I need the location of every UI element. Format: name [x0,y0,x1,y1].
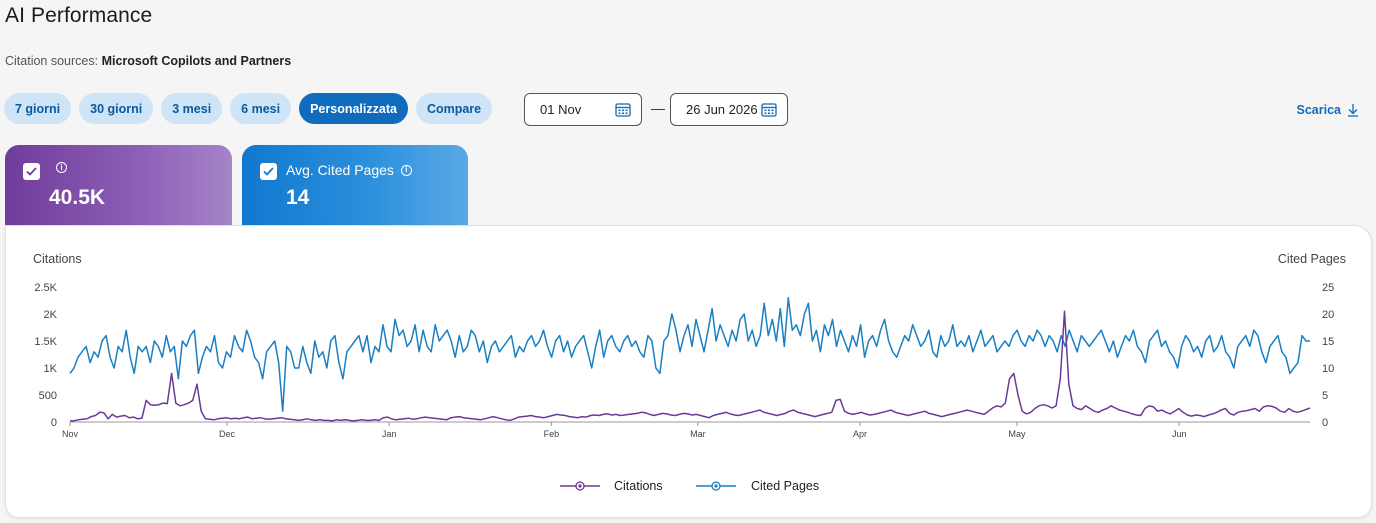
download-button[interactable]: Scarica [1297,103,1359,117]
right-axis-ticks: 0 5 10 15 20 25 [1322,282,1334,429]
range-7-days-button[interactable]: 7 giorni [4,93,72,124]
month-label: Dec [219,429,236,439]
citations-card-label: i [49,162,67,173]
left-tick-label: 2K [44,309,58,321]
legend-citations-label: Citations [614,479,663,493]
checkmark-icon [263,167,274,176]
right-tick-label: 0 [1322,417,1328,429]
performance-line-chart: Citations Cited Pages 0 500 1K 1.5K 2K 2.5K 0… [33,252,1346,493]
legend-citations-dot [578,484,582,488]
download-label: Scarica [1296,103,1341,117]
x-axis-months: Nov Dec Jan Feb Mar Apr May Jun [62,422,1186,439]
info-icon[interactable]: i [400,164,412,176]
left-tick-label: 1.5K [34,336,57,348]
right-tick-label: 5 [1322,390,1328,402]
checkmark-icon [26,167,37,176]
month-label: Apr [853,429,867,439]
date-separator: — [651,100,665,116]
calendar-icon [615,103,631,117]
sources-value: Microsoft Copilots and Partners [101,54,292,68]
left-axis-title: Citations [33,252,82,266]
start-date-value: 01 Nov [540,102,582,117]
cited-pages-card-label: Avg. Cited Pages i [286,162,412,178]
month-label: Feb [544,429,560,439]
sources-label: Citation sources: [5,54,99,68]
right-tick-label: 20 [1322,309,1334,321]
right-tick-label: 10 [1322,363,1334,375]
citations-checkbox[interactable] [23,163,40,180]
compare-button[interactable]: Compare [415,93,493,124]
end-date-value: 26 Jun 2026 [686,102,758,117]
left-tick-label: 1K [44,363,58,375]
citations-series-line [69,310,1311,422]
start-date-picker[interactable]: 01 Nov [524,93,642,126]
page-title: AI Performance [5,4,153,27]
cited-pages-checkbox[interactable] [260,163,277,180]
right-tick-label: 25 [1322,282,1334,294]
month-label: Jun [1172,429,1187,439]
legend-cited-pages[interactable]: Cited Pages [696,479,819,493]
month-label: Mar [690,429,706,439]
legend-citations[interactable]: Citations [560,479,663,493]
left-tick-label: 2.5K [34,282,57,294]
left-axis-ticks: 0 500 1K 1.5K 2K 2.5K [34,282,57,429]
range-custom-button[interactable]: Personalizzata [299,93,408,124]
cited-pages-metric-card[interactable]: Avg. Cited Pages i 14 [242,145,468,229]
legend-cited-pages-label: Cited Pages [751,479,819,493]
date-range-selector: 7 giorni 30 giorni 3 mesi 6 mesi Persona… [4,93,493,124]
cited-pages-card-value: 14 [286,186,310,209]
left-tick-label: 500 [39,390,57,402]
citation-sources: Citation sources: Microsoft Copilots and… [5,54,291,68]
month-label: May [1008,429,1026,439]
month-label: Nov [62,429,79,439]
info-icon[interactable]: i [56,162,67,173]
chart-panel: Citations Cited Pages 0 500 1K 1.5K 2K 2.5K 0… [5,225,1372,518]
range-30-days-button[interactable]: 30 giorni [79,93,154,124]
cited-pages-series-line [69,297,1310,412]
legend-cited-pages-dot [714,484,718,488]
cited-pages-card-title: Avg. Cited Pages [286,162,394,178]
right-axis-title: Cited Pages [1278,252,1346,266]
month-label: Jan [382,429,397,439]
calendar-icon [761,103,777,117]
range-3-months-button[interactable]: 3 mesi [161,93,223,124]
range-6-months-button[interactable]: 6 mesi [230,93,292,124]
citations-card-value: 40.5K [49,186,106,209]
end-date-picker[interactable]: 26 Jun 2026 [670,93,788,126]
citations-metric-card[interactable]: i 40.5K [5,145,232,229]
right-tick-label: 15 [1322,336,1334,348]
left-tick-label: 0 [51,417,57,429]
download-icon [1348,104,1358,117]
legend: Citations Cited Pages [560,479,819,493]
